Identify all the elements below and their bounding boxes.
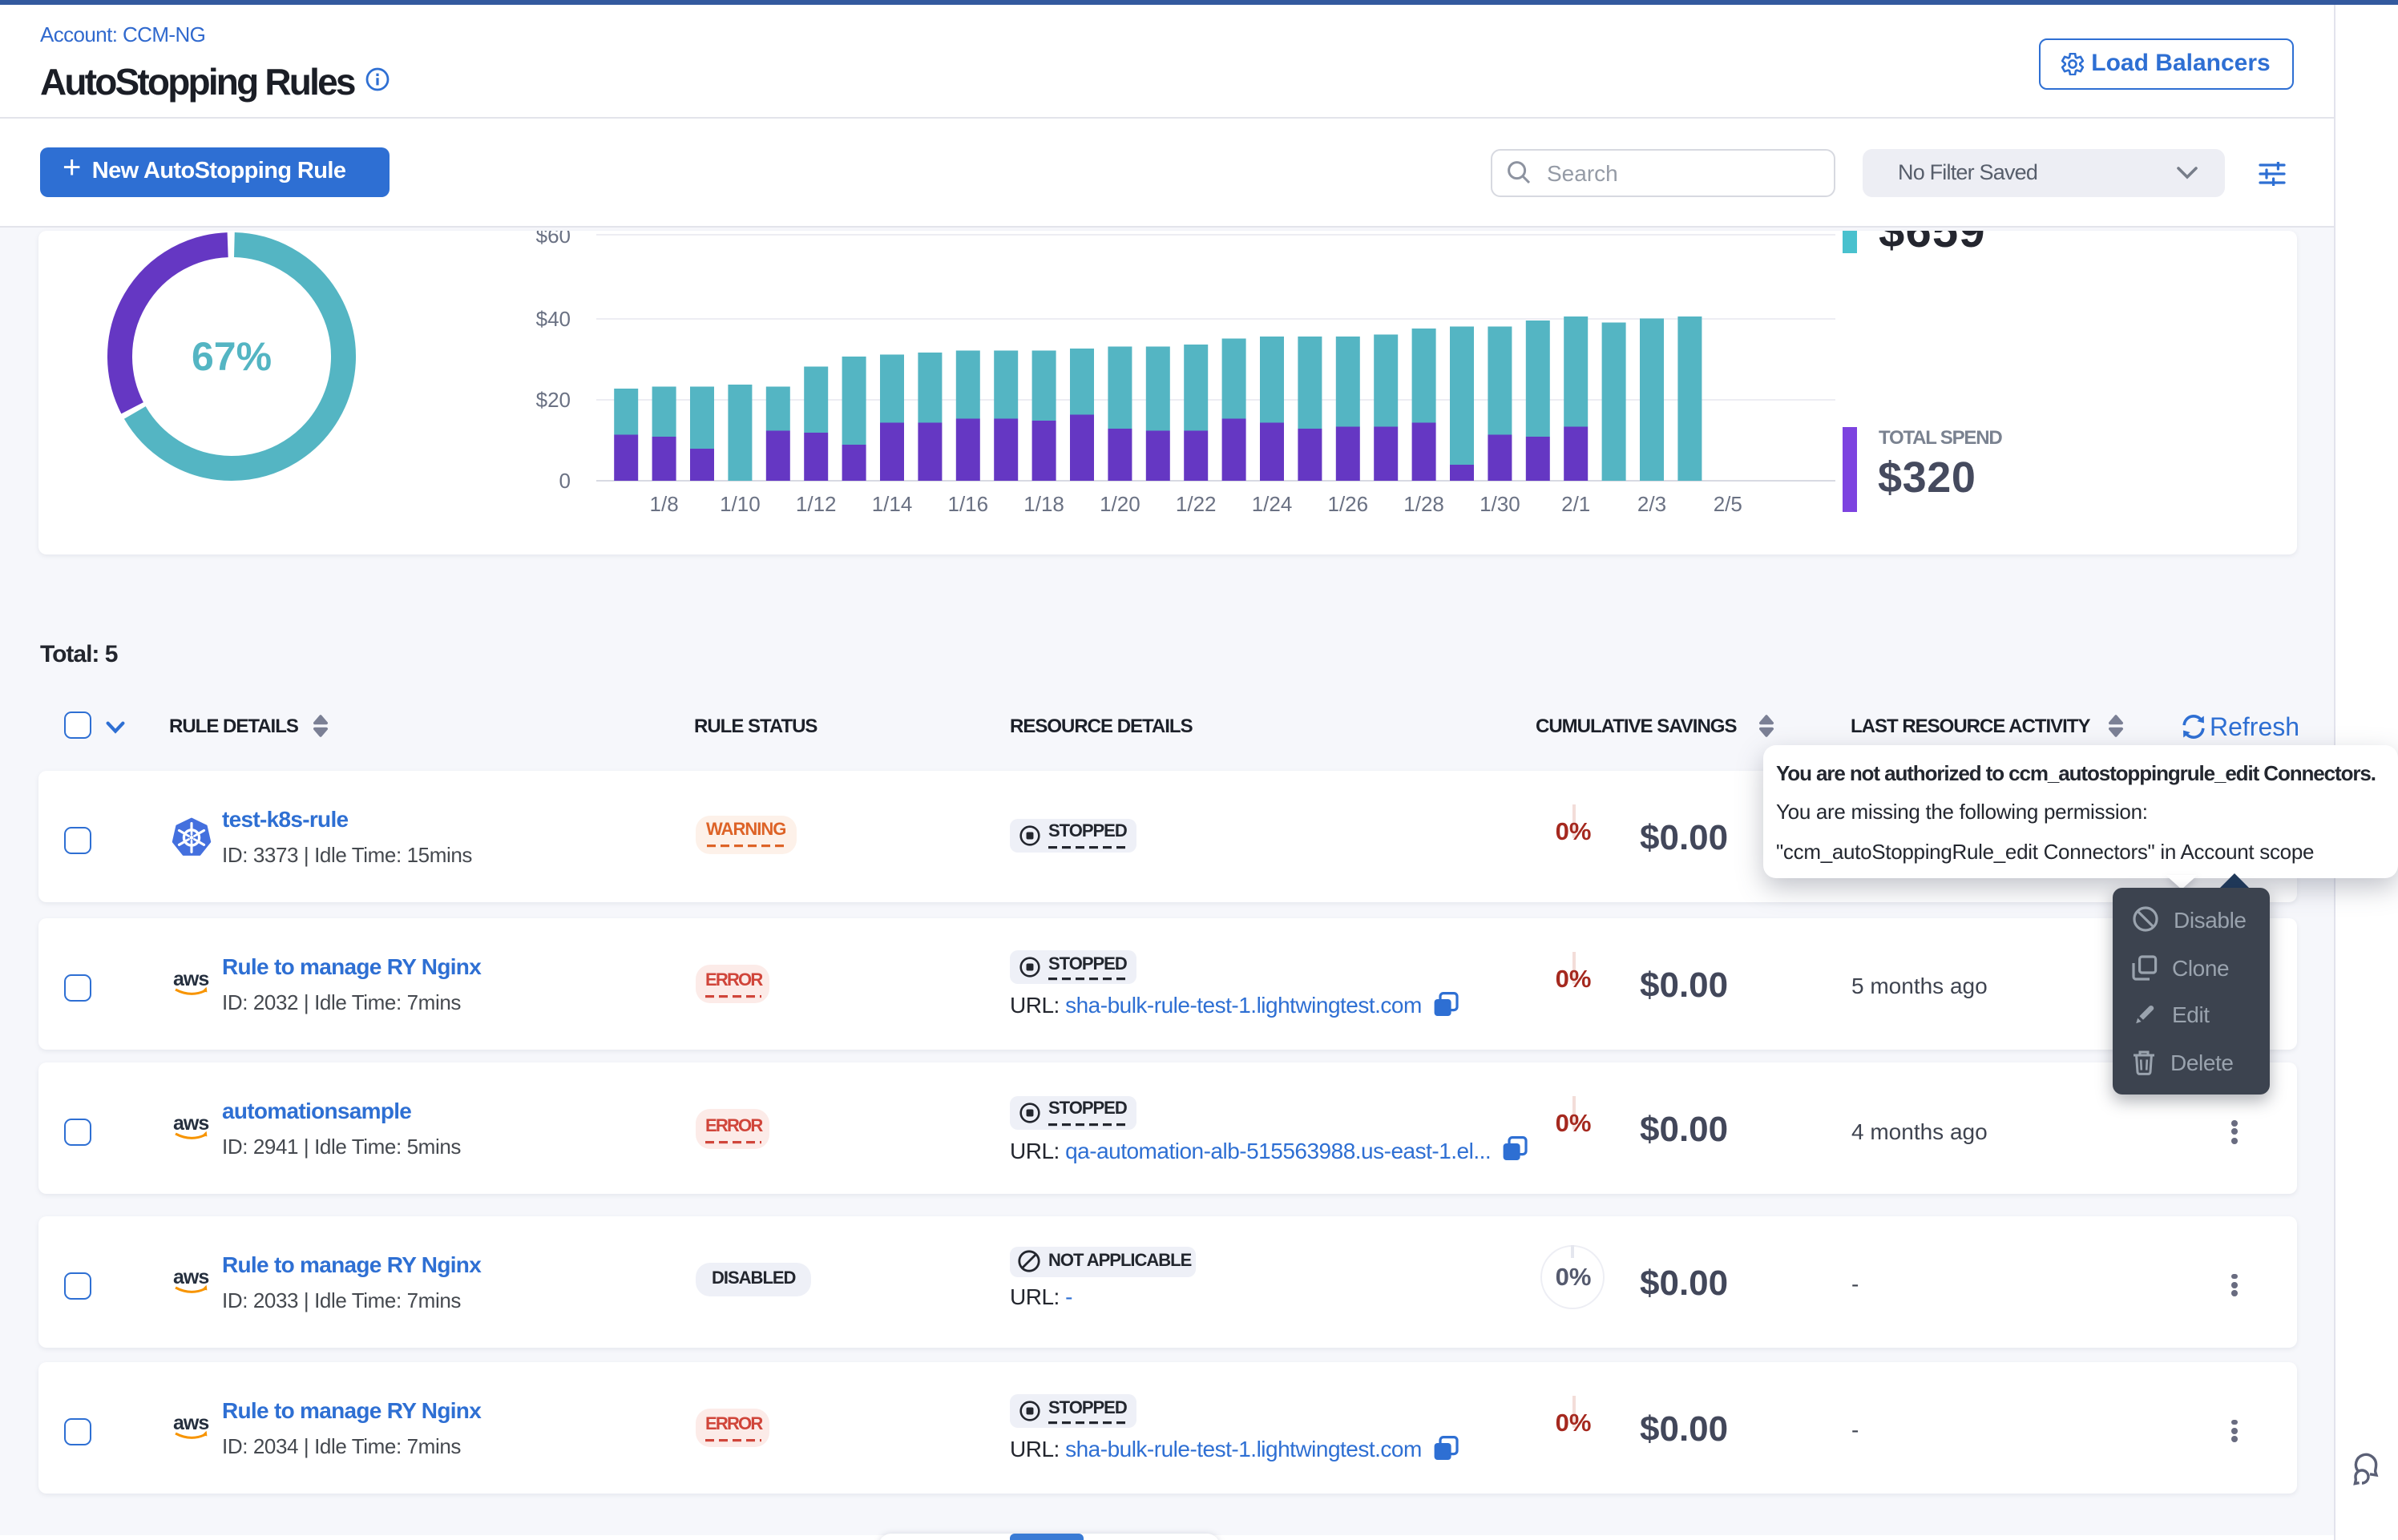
svg-text:aws: aws xyxy=(173,1267,208,1288)
svg-text:1/24: 1/24 xyxy=(1252,492,1293,516)
svg-text:$20: $20 xyxy=(536,388,571,412)
svg-text:1/28: 1/28 xyxy=(1403,492,1444,516)
svg-text:aws: aws xyxy=(173,1114,208,1135)
svg-text:1/18: 1/18 xyxy=(1023,492,1064,516)
svg-text:$40: $40 xyxy=(536,307,571,331)
svg-text:aws: aws xyxy=(173,1413,208,1433)
svg-text:1/8: 1/8 xyxy=(650,492,679,516)
svg-text:1/26: 1/26 xyxy=(1327,492,1368,516)
svg-text:TOTAL SPEND: TOTAL SPEND xyxy=(1879,427,2002,449)
svg-text:2/1: 2/1 xyxy=(1561,492,1590,516)
svg-text:1/12: 1/12 xyxy=(796,492,837,516)
svg-text:$320: $320 xyxy=(1878,454,1976,502)
svg-text:1/22: 1/22 xyxy=(1176,492,1217,516)
svg-text:0: 0 xyxy=(559,469,571,493)
svg-text:67%: 67% xyxy=(192,334,272,379)
svg-text:2/3: 2/3 xyxy=(1637,492,1666,516)
svg-text:$659: $659 xyxy=(1879,231,1986,257)
svg-text:1/14: 1/14 xyxy=(872,492,913,516)
svg-text:1/30: 1/30 xyxy=(1480,492,1520,516)
svg-text:aws: aws xyxy=(173,969,208,990)
svg-text:$60: $60 xyxy=(536,231,571,248)
svg-text:1/16: 1/16 xyxy=(947,492,988,516)
svg-text:1/20: 1/20 xyxy=(1100,492,1140,516)
svg-text:2/5: 2/5 xyxy=(1714,492,1742,516)
svg-text:1/10: 1/10 xyxy=(720,492,761,516)
